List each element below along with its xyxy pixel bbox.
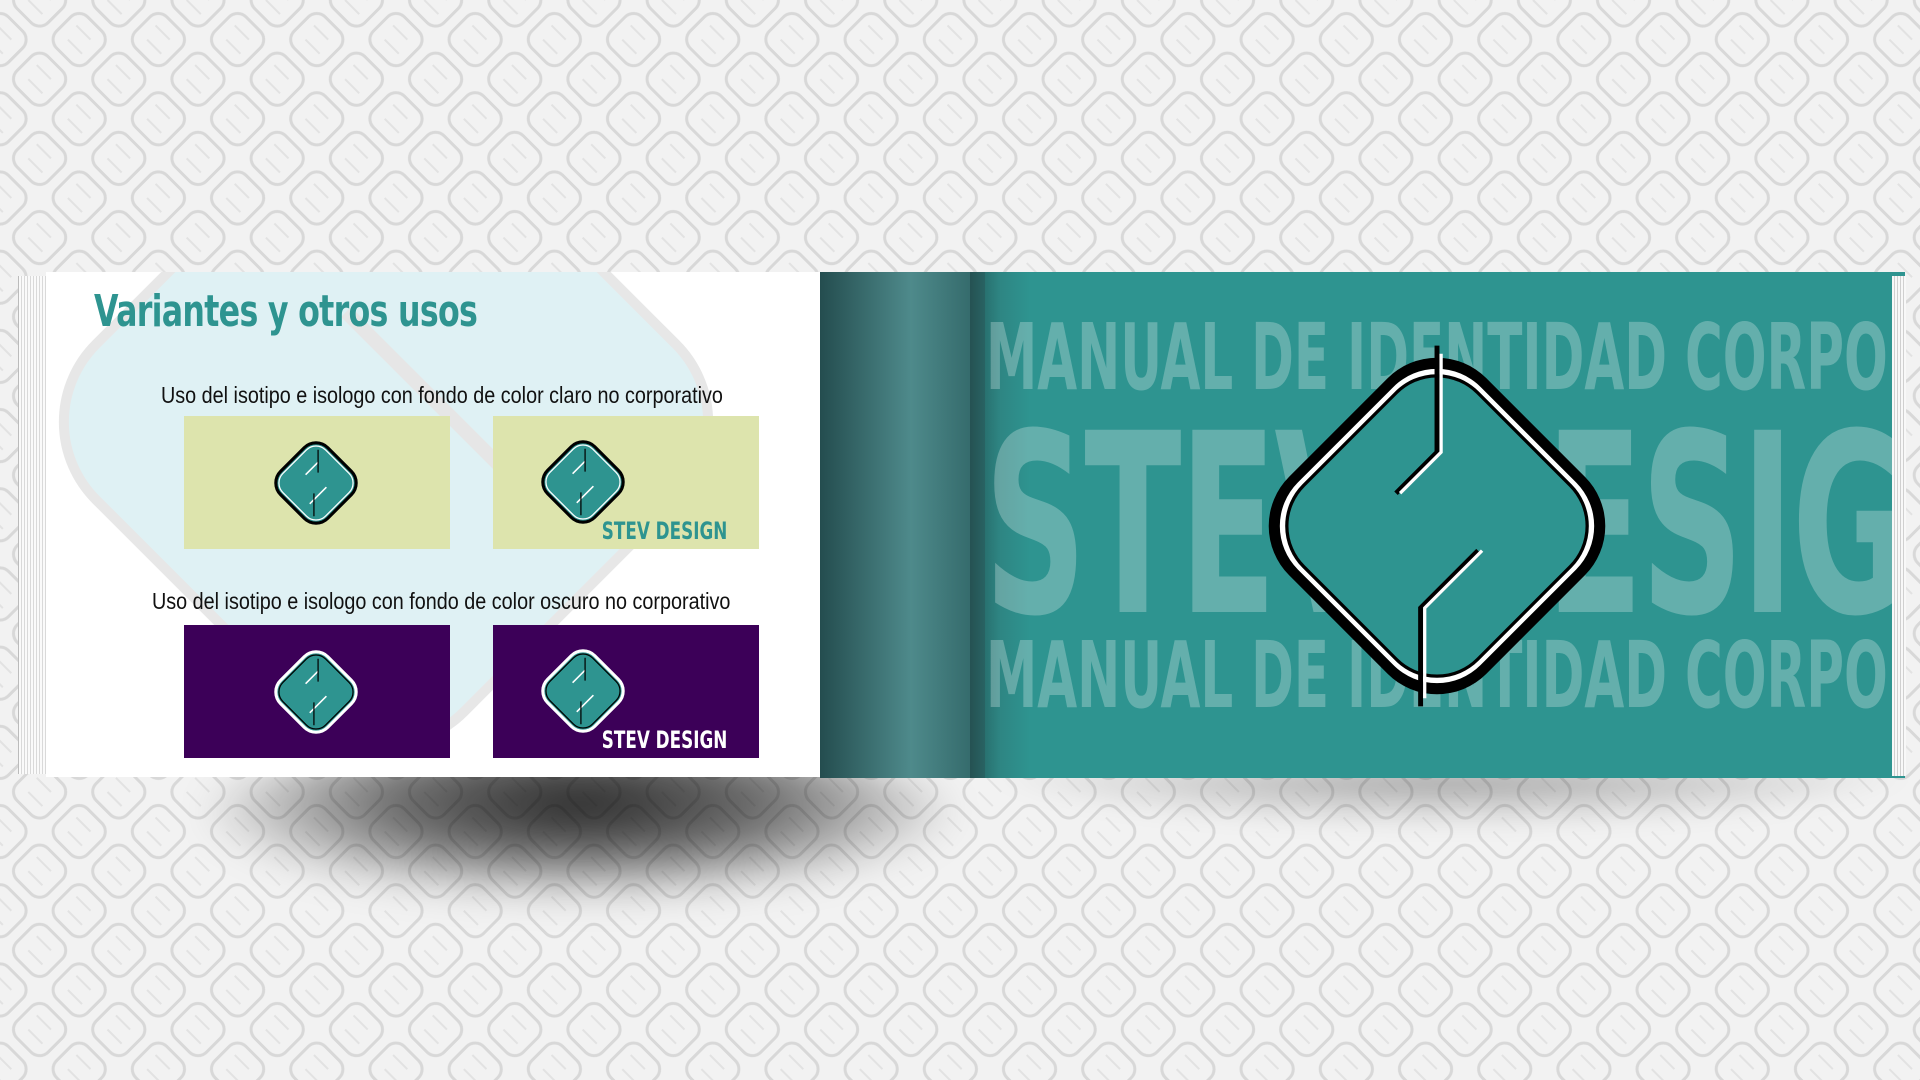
dark-tile-isologo: STEV DESIGN: [493, 625, 759, 758]
brochure-mockup: Variantes y otros usos Uso del isotipo e…: [0, 0, 1920, 1080]
caption-dark-background: Uso del isotipo e isologo con fondo de c…: [152, 588, 731, 614]
stev-design-logo-icon: [274, 650, 358, 734]
stev-design-logo-icon: [274, 441, 358, 525]
light-tile-isotipo: [184, 416, 450, 549]
wordmark-dark: STEV DESIGN: [601, 726, 727, 754]
light-tile-isologo: STEV DESIGN: [493, 416, 759, 549]
dark-tile-isotipo: [184, 625, 450, 758]
page-stack-right: [1892, 276, 1906, 776]
page-shadow-right: [980, 770, 1920, 830]
caption-light-background: Uso del isotipo e isologo con fondo de c…: [161, 382, 723, 408]
wordmark-light: STEV DESIGN: [601, 517, 727, 545]
stev-design-logo-icon: [1268, 345, 1606, 707]
page-title: Variantes y otros usos: [94, 286, 478, 337]
page-stack-left: [18, 276, 49, 774]
